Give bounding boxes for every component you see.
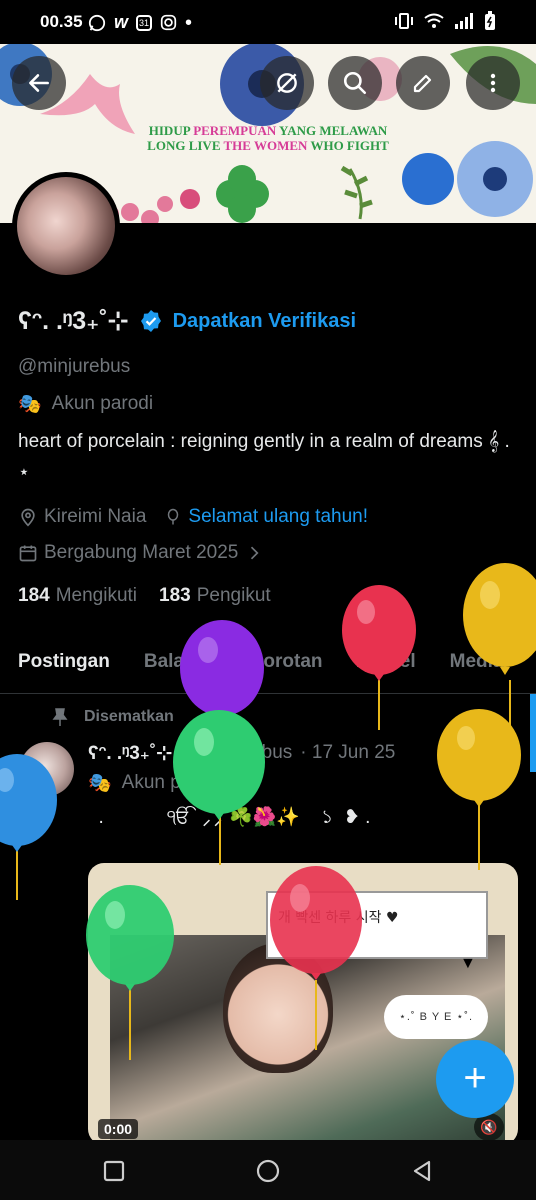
video-sticker-text: 개 빡센 하루 시작 ♥ bbox=[278, 910, 399, 926]
tab-balasan[interactable]: Balasan bbox=[126, 640, 217, 693]
status-notification-icons: w 31 • bbox=[88, 12, 192, 33]
birthday-link[interactable]: Selamat ulang tahun! bbox=[188, 506, 368, 528]
post-header: ʕᵔ. .ᵑ3₊˚⊹ @minjurebus · 17 Jun 25 bbox=[88, 742, 395, 765]
video-subject bbox=[223, 943, 333, 1073]
followers-label: Pengikut bbox=[196, 585, 271, 606]
w-app-icon: w bbox=[114, 12, 129, 32]
banner-slogan-line2: LONG LIVE THE WOMEN WHO FIGHT bbox=[147, 138, 389, 153]
edit-profile-button[interactable] bbox=[396, 56, 450, 110]
get-verified-link[interactable]: Dapatkan Verifikasi bbox=[173, 310, 356, 333]
instagram-icon bbox=[160, 14, 177, 31]
vibrate-icon bbox=[395, 13, 413, 29]
edit-icon bbox=[413, 74, 432, 93]
speaker-muted-icon: 🔇 bbox=[480, 1119, 498, 1135]
verified-badge-icon bbox=[140, 310, 161, 332]
parody-label: Akun parodi bbox=[51, 393, 154, 414]
recents-button[interactable] bbox=[97, 1154, 131, 1188]
pinned-label: Disematkan bbox=[84, 708, 174, 725]
profile-meta-row: Kireimi Naia Selamat ulang tahun! bbox=[18, 506, 368, 528]
followers-link[interactable]: 183 Pengikut bbox=[159, 585, 271, 607]
profile-avatar[interactable] bbox=[12, 172, 120, 280]
circle-icon bbox=[256, 1159, 280, 1183]
banner-slogan: HIDUP PEREMPUAN YANG MELAWAN LONG LIVE T… bbox=[0, 123, 536, 153]
tab-postingan[interactable]: Postingan bbox=[0, 640, 110, 693]
back-button[interactable] bbox=[12, 56, 66, 110]
post-parody-label: Akun parodi bbox=[121, 772, 224, 793]
avatar-photo bbox=[17, 177, 115, 275]
post-handle: @minjurebus bbox=[180, 742, 293, 763]
banner-slogan-line1: HIDUP PEREMPUAN YANG MELAWAN bbox=[148, 123, 388, 138]
plus-icon: + bbox=[463, 1056, 487, 1100]
post-avatar[interactable] bbox=[20, 742, 74, 796]
video-time: 0:00 bbox=[98, 1119, 139, 1139]
profile-handle: @minjurebus bbox=[18, 356, 131, 377]
calendar-icon: 31 bbox=[136, 14, 153, 31]
mask-icon: 🎭 bbox=[88, 773, 112, 794]
profile-name-row: ʕᵔ. .ᵑ3₊˚⊹ Dapatkan Verifikasi bbox=[18, 306, 356, 336]
pinned-label-row: Disematkan bbox=[52, 708, 174, 726]
compose-button[interactable]: + bbox=[436, 1040, 514, 1118]
tab-sorotan[interactable]: Sorotan bbox=[233, 640, 323, 693]
location-text: Kireimi Naia bbox=[44, 506, 147, 527]
search-button[interactable] bbox=[328, 56, 382, 110]
more-icon bbox=[490, 73, 496, 93]
triangle-down-icon: ▼ bbox=[460, 955, 476, 972]
system-nav-bar bbox=[0, 1140, 536, 1200]
grok-button[interactable] bbox=[260, 56, 314, 110]
triangle-back-icon bbox=[413, 1160, 431, 1182]
chevron-right-icon[interactable] bbox=[244, 543, 264, 563]
profile-tabs: Postingan Balasan Sorotan Artikel Media bbox=[0, 640, 536, 694]
post-author[interactable]: ʕᵔ. .ᵑ3₊˚⊹ bbox=[88, 742, 172, 765]
arrow-left-icon bbox=[29, 74, 49, 92]
tab-artikel[interactable]: Artikel bbox=[339, 640, 416, 693]
post-date: · 17 Jun 25 bbox=[300, 742, 396, 763]
video-cloud-sticker: ⋆.˚ B Y E ⋆˚. bbox=[384, 995, 488, 1039]
pin-icon bbox=[52, 708, 68, 726]
wifi-icon bbox=[424, 13, 444, 28]
whatsapp-icon bbox=[88, 14, 106, 31]
signal-icon bbox=[455, 13, 473, 29]
grok-icon bbox=[277, 73, 297, 93]
follow-stats: 184 Mengikuti 183 Pengikut bbox=[18, 585, 271, 607]
profile-bio: heart of porcelain : reigning gently in … bbox=[18, 431, 510, 483]
followers-count: 183 bbox=[159, 585, 191, 606]
more-button[interactable] bbox=[466, 56, 520, 110]
following-link[interactable]: 184 Mengikuti bbox=[18, 585, 137, 607]
dot-icon: • bbox=[185, 11, 193, 34]
joined-row: Bergabung Maret 2025 bbox=[18, 542, 264, 564]
square-icon bbox=[103, 1160, 125, 1182]
back-nav-button[interactable] bbox=[405, 1154, 439, 1188]
tab-media[interactable]: Media bbox=[432, 640, 504, 693]
status-bar: 00.35 w 31 • bbox=[0, 0, 536, 44]
post-text: . ੴ ⸝⸝ ☘️🌺✨ ১ ❥ . bbox=[88, 807, 371, 828]
parody-label-row: 🎭 Akun parodi bbox=[18, 392, 153, 416]
status-system-icons bbox=[394, 11, 496, 31]
display-name: ʕᵔ. .ᵑ3₊˚⊹ bbox=[18, 307, 129, 335]
scrollbar[interactable] bbox=[530, 694, 536, 772]
joined-text: Bergabung Maret 2025 bbox=[44, 542, 239, 563]
following-count: 184 bbox=[18, 585, 50, 606]
location-pin-icon bbox=[21, 508, 35, 527]
post-parody-row: 🎭 Akun parodi bbox=[88, 771, 223, 795]
search-icon bbox=[343, 71, 367, 95]
home-button[interactable] bbox=[251, 1154, 285, 1188]
battery-icon bbox=[485, 11, 495, 30]
mask-icon: 🎭 bbox=[18, 394, 42, 415]
balloon-icon bbox=[168, 508, 179, 525]
status-time: 00.35 bbox=[40, 12, 83, 31]
following-label: Mengikuti bbox=[55, 585, 138, 606]
calendar-icon bbox=[19, 545, 37, 562]
balloon-yellow-mid bbox=[437, 709, 521, 870]
